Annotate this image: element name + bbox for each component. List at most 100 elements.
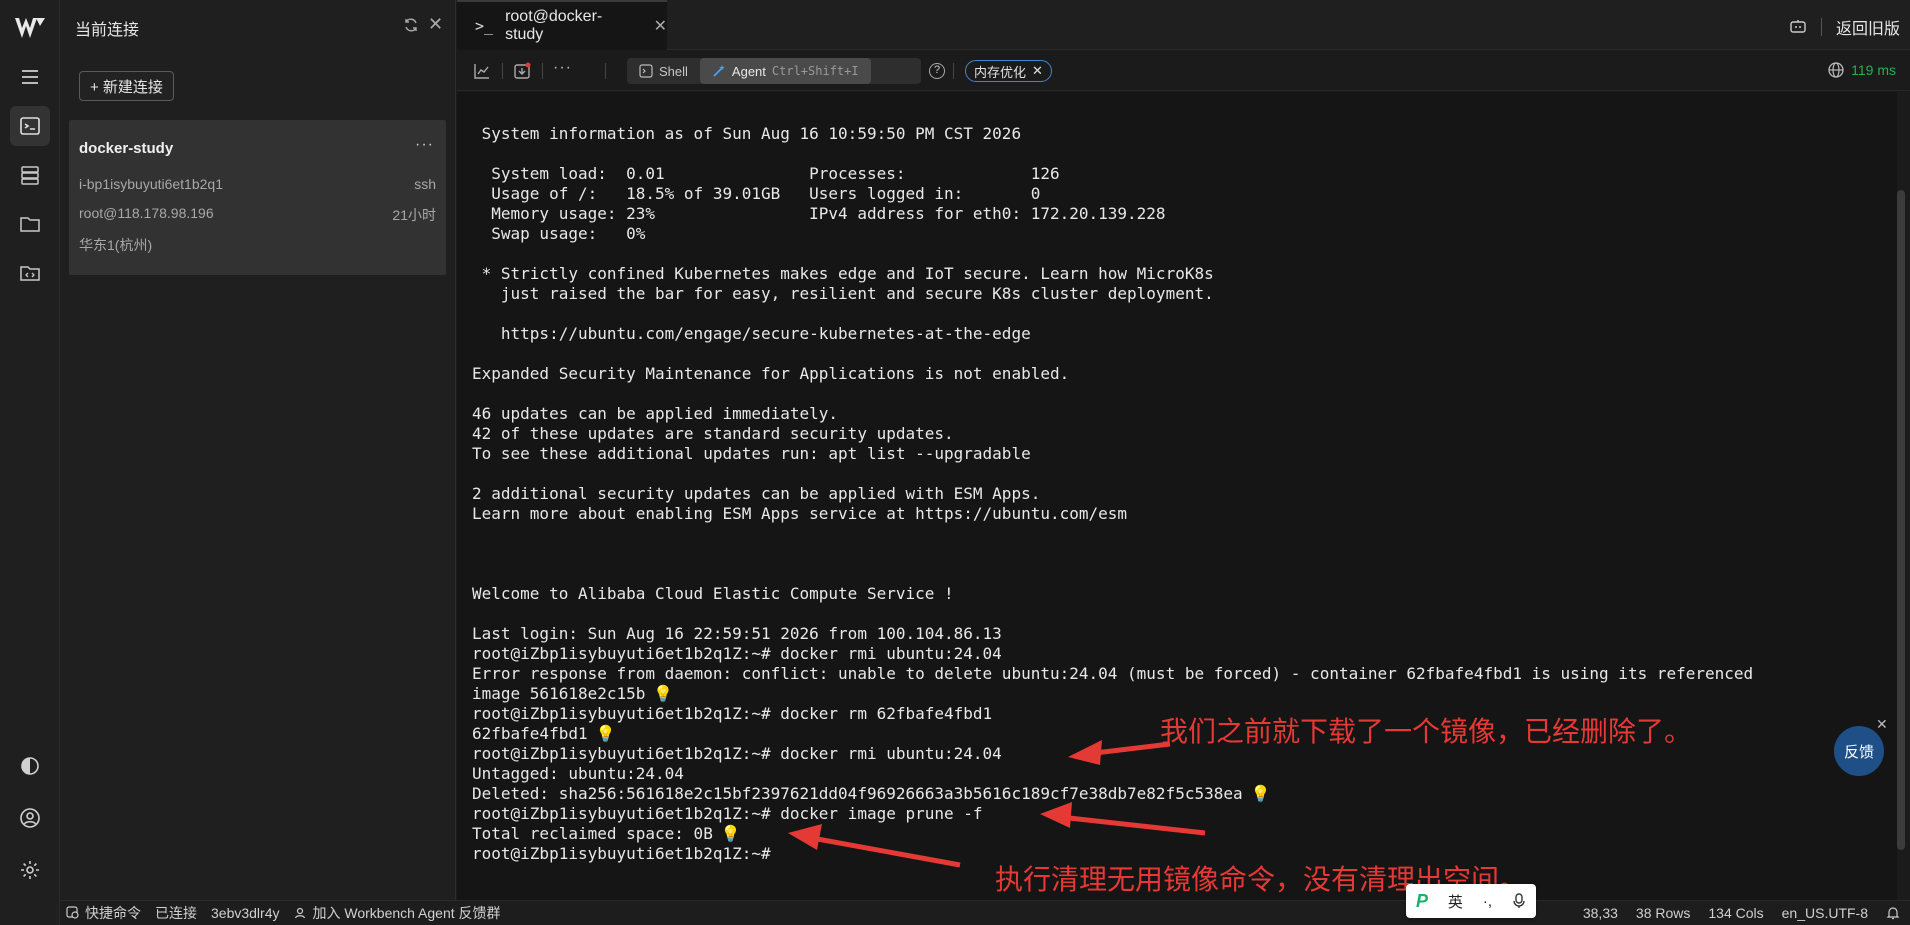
- terminal-line-text: Learn more about enabling ESM Apps servi…: [472, 504, 1128, 523]
- terminal-line: Untagged: ubuntu:24.04: [472, 764, 684, 784]
- settings-gear-icon[interactable]: [10, 850, 50, 890]
- terminal-rows: 38 Rows: [1635, 905, 1691, 921]
- monitor-chart-icon[interactable]: [472, 61, 492, 81]
- tab-bar: >_ root@docker-study ✕ 返回旧版: [457, 0, 1910, 50]
- terminal-line: Welcome to Alibaba Cloud Elastic Compute…: [472, 584, 954, 604]
- terminal-line-text: just raised the bar for easy, resilient …: [472, 284, 1214, 303]
- terminal-line: Learn more about enabling ESM Apps servi…: [472, 504, 1127, 524]
- terminal-line-text: root@iZbp1isybuyuti6et1b2q1Z:~# docker i…: [472, 804, 983, 823]
- robot-chat-icon[interactable]: [1789, 18, 1807, 36]
- terminal-toolbar: ··· Shell Agent Ctrl+Shift+I ? 内存优化 ✕ 11…: [457, 51, 1910, 91]
- terminal-line-text: System load: 0.01 Processes: 126: [472, 164, 1060, 183]
- download-icon[interactable]: [512, 61, 532, 81]
- divider: [953, 63, 954, 79]
- divider: [1820, 18, 1822, 36]
- terminal-line-text: Last login: Sun Aug 16 22:59:51 2026 fro…: [472, 624, 1002, 643]
- encoding[interactable]: en_US.UTF-8: [1782, 905, 1868, 921]
- connection-duration: 21小时: [392, 207, 436, 223]
- more-options-icon[interactable]: ···: [415, 136, 434, 154]
- agent-shortcut: Ctrl+Shift+I: [771, 64, 859, 78]
- back-to-old-version-link[interactable]: 返回旧版: [1836, 15, 1900, 39]
- terminal-line-text: Total reclaimed space: 0B: [472, 824, 713, 843]
- terminal-line: System load: 0.01 Processes: 126: [472, 164, 1060, 184]
- join-group-label: 加入 Workbench Agent 反馈群: [312, 905, 501, 921]
- terminal-line-text: https://ubuntu.com/engage/secure-kuberne…: [472, 324, 1031, 343]
- mode-switcher: Shell Agent Ctrl+Shift+I: [627, 58, 921, 84]
- status-bar: 快捷命令 已连接 3ebv3dlr4y 加入 Workbench Agent 反…: [60, 900, 1910, 925]
- shell-tab[interactable]: Shell: [627, 58, 700, 84]
- terminal-line: Last login: Sun Aug 16 22:59:51 2026 fro…: [472, 624, 1002, 644]
- lightbulb-hint-icon[interactable]: 💡: [596, 724, 616, 744]
- terminal-line: Swap usage: 0%: [472, 224, 645, 244]
- folder-icon[interactable]: [10, 204, 50, 244]
- terminal-line-text: Swap usage: 0%: [472, 224, 646, 243]
- terminal-line-text: Expanded Security Maintenance for Applic…: [472, 364, 1070, 383]
- terminal-line-text: image 561618e2c15b: [472, 684, 646, 703]
- terminal-line-text: root@iZbp1isybuyuti6et1b2q1Z:~# docker r…: [472, 704, 993, 723]
- agent-tab[interactable]: Agent Ctrl+Shift+I: [699, 58, 871, 84]
- terminal-line: root@iZbp1isybuyuti6et1b2q1Z:~# docker r…: [472, 644, 1002, 664]
- connection-address: root@118.178.98.196: [79, 205, 214, 221]
- group-user-icon: [294, 907, 305, 919]
- terminal-prompt-icon: >_: [475, 17, 494, 35]
- terminal-line: 2 additional security updates can be app…: [472, 484, 1040, 504]
- join-feedback-group-link[interactable]: 加入 Workbench Agent 反馈群: [294, 903, 501, 923]
- user-icon[interactable]: [10, 798, 50, 838]
- menu-icon[interactable]: [10, 57, 50, 97]
- terminal-line-text: root@iZbp1isybuyuti6et1b2q1Z:~# docker r…: [472, 644, 1002, 663]
- tab-close-icon[interactable]: ✕: [654, 16, 667, 36]
- terminal-scrollbar[interactable]: [1897, 190, 1905, 850]
- connection-card[interactable]: docker-study ··· i-bp1isybuyuti6et1b2q1 …: [69, 120, 446, 275]
- terminal-line: Usage of /: 18.5% of 39.01GB Users logge…: [472, 184, 1040, 204]
- terminal-line-text: Memory usage: 23% IPv4 address for eth0:…: [472, 204, 1166, 223]
- panel-title: 当前连接: [75, 22, 140, 39]
- theme-toggle-icon[interactable]: [10, 746, 50, 786]
- cursor-position: 38,33: [1582, 905, 1618, 921]
- protocol-label: ssh: [414, 176, 436, 192]
- code-folder-icon[interactable]: [10, 253, 50, 293]
- close-icon[interactable]: ✕: [428, 15, 443, 33]
- feedback-button[interactable]: 反馈: [1834, 726, 1884, 776]
- connection-panel: 当前连接 ✕ + 新建连接 docker-study ··· i-bp1isyb…: [60, 0, 456, 900]
- divider: [542, 63, 543, 79]
- help-icon[interactable]: ?: [929, 63, 945, 79]
- terminal-icon[interactable]: [10, 106, 50, 146]
- chip-close-icon[interactable]: ✕: [1032, 63, 1043, 79]
- ime-punctuation[interactable]: ·,: [1483, 893, 1492, 910]
- terminal-line-text: Welcome to Alibaba Cloud Elastic Compute…: [472, 584, 954, 603]
- agent-label: Agent: [731, 63, 766, 79]
- lightbulb-hint-icon[interactable]: 💡: [653, 684, 673, 704]
- quick-command-label: 快捷命令: [85, 905, 141, 921]
- new-connection-button[interactable]: + 新建连接: [79, 71, 174, 101]
- ime-toolbar[interactable]: P 英 ·,: [1406, 884, 1536, 918]
- terminal-output[interactable]: System information as of Sun Aug 16 10:5…: [457, 92, 1897, 900]
- agent-sparkle-icon: [713, 65, 725, 77]
- memory-optimize-chip[interactable]: 内存优化 ✕: [965, 60, 1052, 82]
- globe-icon: [1828, 62, 1844, 78]
- lightbulb-hint-icon[interactable]: 💡: [721, 824, 741, 844]
- terminal-line-text: 42 of these updates are standard securit…: [472, 424, 954, 443]
- terminal-line-text: 46 updates can be applied immediately.: [472, 404, 839, 423]
- lightbulb-hint-icon[interactable]: 💡: [1251, 784, 1271, 804]
- workbench-logo-icon: [12, 12, 48, 44]
- more-icon[interactable]: ···: [553, 59, 572, 77]
- quick-command-button[interactable]: 快捷命令: [66, 903, 141, 923]
- feedback-close-icon[interactable]: ✕: [1876, 716, 1888, 733]
- mic-icon[interactable]: [1512, 893, 1526, 909]
- ime-language[interactable]: 英: [1448, 891, 1463, 912]
- session-id: 3ebv3dlr4y: [211, 905, 280, 921]
- terminal-line: root@iZbp1isybuyuti6et1b2q1Z:~# docker r…: [472, 744, 1002, 764]
- terminal-line: image 561618e2c15b 💡: [472, 684, 673, 704]
- shell-label: Shell: [659, 63, 688, 79]
- notification-bell-icon[interactable]: [1886, 906, 1900, 920]
- shell-icon: [639, 64, 653, 78]
- terminal-line: 62fbafe4fbd1 💡: [472, 724, 616, 744]
- tab-terminal-session[interactable]: >_ root@docker-study ✕: [457, 0, 667, 50]
- annotation-note-deleted: 我们之前就下载了一个镜像，已经删除了。: [1160, 715, 1693, 748]
- server-list-icon[interactable]: [10, 155, 50, 195]
- terminal-line: 42 of these updates are standard securit…: [472, 424, 954, 444]
- quick-command-icon: [66, 906, 79, 919]
- refresh-icon[interactable]: [403, 17, 419, 33]
- terminal-line-text: Deleted: sha256:561618e2c15bf2397621dd04…: [472, 784, 1243, 803]
- latency-value: 119 ms: [1851, 62, 1896, 78]
